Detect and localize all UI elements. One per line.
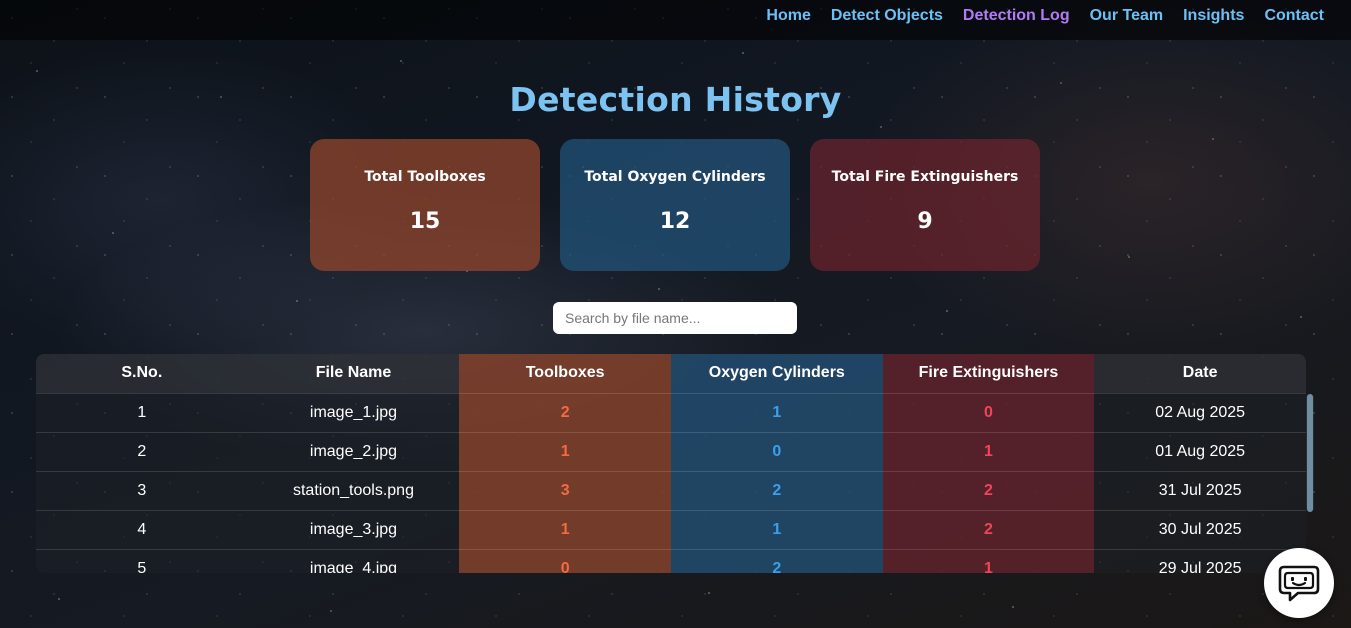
detection-table: S.No. File Name Toolboxes Oxygen Cylinde…	[36, 354, 1306, 573]
stat-label: Total Oxygen Cylinders	[584, 169, 766, 185]
cell-file-name: image_1.jpg	[247, 392, 460, 432]
nav-link-detection-log[interactable]: Detection Log	[963, 6, 1070, 26]
cell-oxygen-cylinders: 2	[670, 548, 883, 573]
cell-fire-extinguishers: 1	[882, 431, 1095, 471]
cell-toolboxes: 1	[459, 431, 671, 471]
cell-fire-extinguishers: 2	[882, 509, 1095, 549]
cell-date: 31 Jul 2025	[1094, 470, 1306, 510]
cell-sno: 5	[36, 548, 248, 573]
chatbot-button[interactable]	[1264, 548, 1334, 618]
header-oxygen-cylinders[interactable]: Oxygen Cylinders	[670, 354, 883, 393]
detection-table-container[interactable]: S.No. File Name Toolboxes Oxygen Cylinde…	[36, 354, 1306, 573]
stat-card-oxygen-cylinders: Total Oxygen Cylinders 12	[560, 139, 790, 271]
cell-oxygen-cylinders: 0	[670, 431, 883, 471]
header-sno[interactable]: S.No.	[36, 354, 248, 393]
cell-sno: 2	[36, 431, 248, 471]
table-scrollbar[interactable]	[1306, 394, 1314, 512]
nav-link-home[interactable]: Home	[766, 6, 810, 26]
table-row: 3 station_tools.png 3 2 2 31 Jul 2025	[36, 470, 1306, 510]
stat-value: 9	[917, 209, 933, 234]
nav-link-detect-objects[interactable]: Detect Objects	[831, 6, 943, 26]
cell-sno: 1	[36, 392, 248, 432]
cell-oxygen-cylinders: 1	[670, 509, 883, 549]
cell-date: 02 Aug 2025	[1094, 392, 1306, 432]
cell-fire-extinguishers: 0	[882, 392, 1095, 432]
scrollbar-thumb[interactable]	[1307, 394, 1313, 512]
cell-sno: 3	[36, 470, 248, 510]
header-fire-extinguishers[interactable]: Fire Extinguishers	[882, 354, 1095, 393]
navbar: Home Detect Objects Detection Log Our Te…	[0, 0, 1351, 40]
nav-link-our-team[interactable]: Our Team	[1090, 6, 1164, 26]
stat-value: 15	[409, 209, 441, 234]
cell-file-name: image_4.jpg	[247, 548, 460, 573]
nav-link-insights[interactable]: Insights	[1183, 6, 1244, 26]
cell-oxygen-cylinders: 2	[670, 470, 883, 510]
stat-label: Total Toolboxes	[364, 169, 486, 185]
cell-toolboxes: 3	[459, 470, 671, 510]
cell-file-name: station_tools.png	[247, 470, 460, 510]
nav-links: Home Detect Objects Detection Log Our Te…	[766, 6, 1324, 26]
stat-card-fire-extinguishers: Total Fire Extinguishers 9	[810, 139, 1040, 271]
chatbot-icon	[1278, 565, 1320, 602]
cell-file-name: image_3.jpg	[247, 509, 460, 549]
table-row: 4 image_3.jpg 1 1 2 30 Jul 2025	[36, 509, 1306, 549]
cell-toolboxes: 0	[459, 548, 671, 573]
cell-toolboxes: 1	[459, 509, 671, 549]
stat-label: Total Fire Extinguishers	[831, 169, 1019, 185]
table-row: 5 image_4.jpg 0 2 1 29 Jul 2025	[36, 548, 1306, 573]
cell-fire-extinguishers: 1	[882, 548, 1095, 573]
table-header-row: S.No. File Name Toolboxes Oxygen Cylinde…	[36, 354, 1306, 393]
cell-date: 01 Aug 2025	[1094, 431, 1306, 471]
header-file-name[interactable]: File Name	[247, 354, 460, 393]
cell-toolboxes: 2	[459, 392, 671, 432]
stat-card-toolboxes: Total Toolboxes 15	[310, 139, 540, 271]
cell-fire-extinguishers: 2	[882, 470, 1095, 510]
table-row: 1 image_1.jpg 2 1 0 02 Aug 2025	[36, 392, 1306, 432]
cell-file-name: image_2.jpg	[247, 431, 460, 471]
header-toolboxes[interactable]: Toolboxes	[459, 354, 671, 393]
cell-oxygen-cylinders: 1	[670, 392, 883, 432]
search-input[interactable]	[553, 302, 797, 334]
cell-sno: 4	[36, 509, 248, 549]
stat-value: 12	[659, 209, 691, 234]
header-date[interactable]: Date	[1094, 354, 1306, 393]
cell-date: 30 Jul 2025	[1094, 509, 1306, 549]
nav-link-contact[interactable]: Contact	[1264, 6, 1324, 26]
table-row: 2 image_2.jpg 1 0 1 01 Aug 2025	[36, 431, 1306, 471]
page-title: Detection History	[509, 80, 842, 119]
